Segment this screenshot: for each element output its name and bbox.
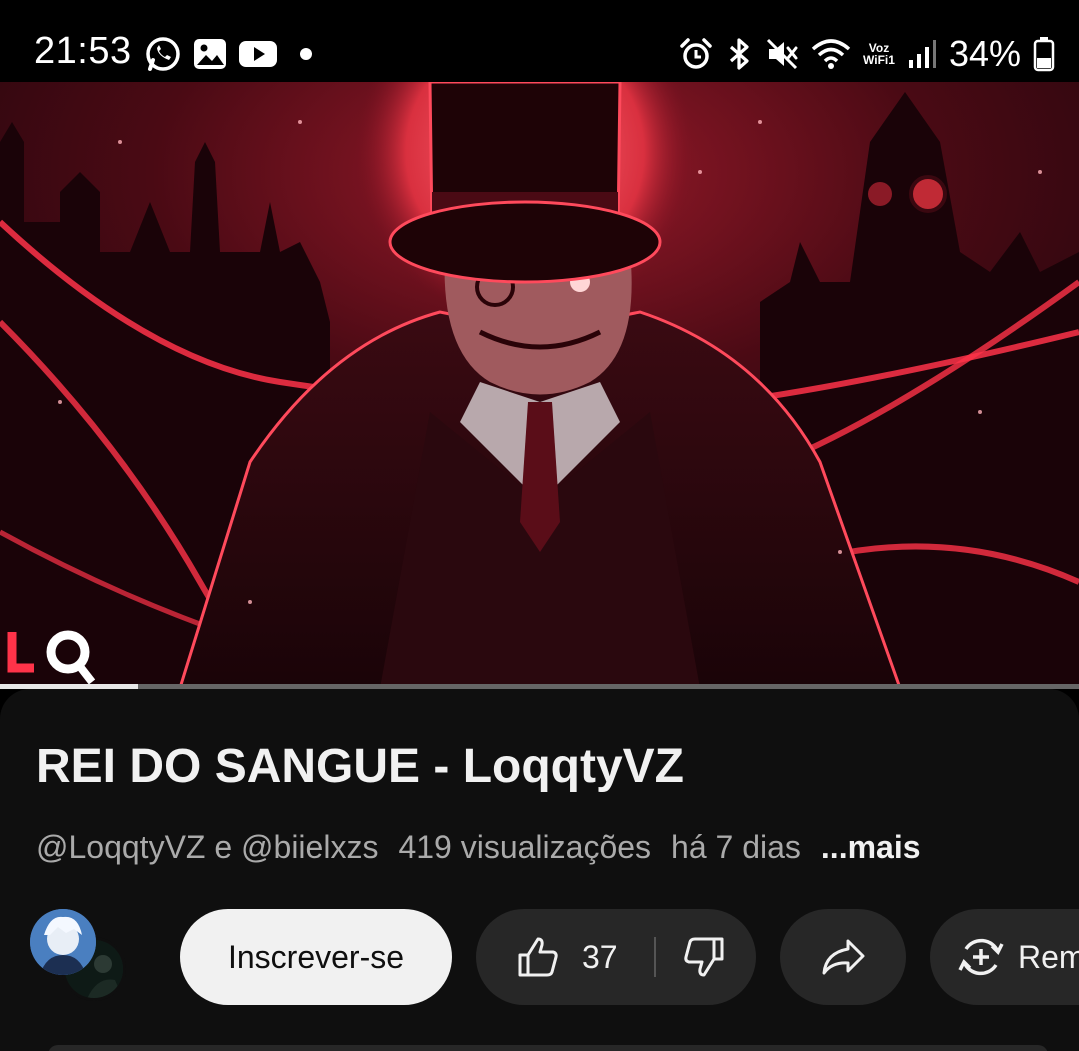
share-button[interactable] <box>780 909 906 1005</box>
gallery-icon <box>194 39 226 69</box>
more-link[interactable]: ...mais <box>821 829 921 866</box>
alarm-icon <box>680 38 712 69</box>
mute-icon <box>766 38 798 70</box>
like-count: 37 <box>582 938 618 975</box>
view-count: 419 visualizações <box>398 829 652 865</box>
remix-button[interactable]: Remix <box>930 909 1079 1005</box>
video-thumbnail <box>0 82 1079 688</box>
upload-age: há 7 dias <box>671 829 801 865</box>
share-icon <box>822 939 865 975</box>
status-time: 21:53 <box>34 30 132 72</box>
bluetooth-icon <box>729 38 749 70</box>
wifi-icon <box>811 39 851 69</box>
like-button[interactable]: 37 <box>516 909 618 1005</box>
remix-icon <box>958 938 1004 976</box>
avatar <box>30 909 96 975</box>
youtube-icon <box>239 41 277 67</box>
subscribe-button[interactable]: Inscrever-se <box>180 909 452 1005</box>
status-left-icons <box>144 34 316 74</box>
dot-icon <box>300 48 312 60</box>
action-bar: Inscrever-se 37 Rem <box>0 909 1079 1005</box>
status-right-icons: Voz WiFi1 34% <box>679 33 1055 74</box>
video-player[interactable] <box>0 82 1079 688</box>
vowifi-icon: Voz WiFi1 <box>863 42 895 66</box>
vowifi-bottom-label: WiFi1 <box>863 53 895 67</box>
status-bar: 21:53 Voz WiFi1 34% <box>0 0 1079 82</box>
thumbs-down-icon <box>684 937 724 977</box>
remix-label: Remix <box>1018 938 1079 975</box>
video-meta[interactable]: @LoqqtyVZ e @biielxzs 419 visualizações … <box>36 829 921 866</box>
like-divider <box>654 937 656 977</box>
signal-icon <box>908 40 936 68</box>
video-info-panel: REI DO SANGUE - LoqqtyVZ @LoqqtyVZ e @bi… <box>0 689 1079 1051</box>
battery-icon <box>1033 37 1055 72</box>
dislike-button[interactable] <box>682 909 726 1005</box>
next-section-edge <box>48 1045 1048 1051</box>
video-title[interactable]: REI DO SANGUE - LoqqtyVZ <box>36 739 684 794</box>
channel-names: @LoqqtyVZ e @biielxzs <box>36 829 379 865</box>
battery-percent: 34% <box>948 33 1021 74</box>
like-dislike-group: 37 <box>476 909 756 1005</box>
channel-avatars[interactable] <box>30 909 130 1005</box>
thumbs-up-icon <box>518 937 558 977</box>
whatsapp-icon <box>146 37 180 71</box>
